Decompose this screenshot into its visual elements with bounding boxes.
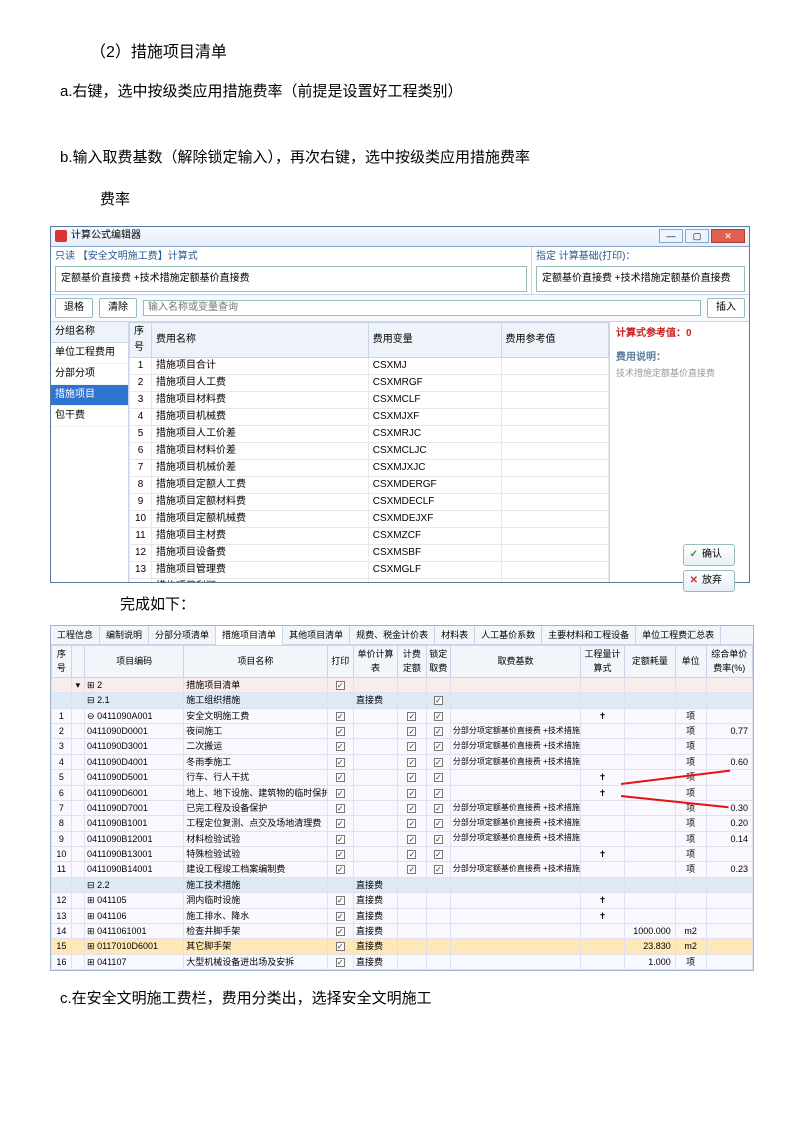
table-row[interactable]: 14措施项目利润CSXMLR (130, 578, 609, 582)
result-panel: 计算式参考值：0 费用说明： 技术措施定额基价直接费 ✓确认 ✕放弃 (609, 322, 749, 582)
search-input[interactable] (143, 300, 701, 316)
note-label: 费用说明： (616, 350, 743, 366)
group-sidebar: 分组名称 单位工程费用分部分项措施项目包干费 (51, 322, 129, 582)
insert-button[interactable]: 插入 (707, 298, 745, 318)
col-header: 费用变量 (368, 322, 501, 357)
grid-row[interactable]: 20411090D0001夜间施工分部分项定额基价直接费 +技术措施定额基价直接… (52, 723, 753, 738)
step-b: b.输入取费基数（解除锁定输入），再次右键，选中按级类应用措施费率 (60, 146, 740, 170)
table-row[interactable]: 10措施项目定额机械费CSXMDEJXF (130, 510, 609, 527)
result-value: 计算式参考值：0 (616, 326, 743, 342)
section-heading: （2）措施项目清单 (90, 40, 740, 66)
grid-row[interactable]: ⊟ 2.2施工技术措施直接费 (52, 877, 753, 892)
table-row[interactable]: 7措施项目机械价差CSXMJXJC (130, 459, 609, 476)
col-header: 取费基数 (450, 645, 580, 677)
grid-row[interactable]: 14⊞ 0411061001检查井脚手架直接费1000.000m2 (52, 924, 753, 939)
step-b-cont: 费率 (100, 188, 740, 212)
grid-row[interactable]: 15⊞ 0117010D6001其它脚手架直接费23.830m2 (52, 939, 753, 954)
backspace-button[interactable]: 退格 (55, 298, 93, 318)
table-row[interactable]: 8措施项目定额人工费CSXMDERGF (130, 476, 609, 493)
window-titlebar: 计算公式编辑器 — ▢ ✕ (51, 227, 749, 247)
sidebar-item[interactable]: 单位工程费用 (51, 343, 128, 364)
sheet-tab[interactable]: 单位工程费汇总表 (636, 626, 721, 644)
col-header (71, 645, 84, 677)
ok-button[interactable]: ✓确认 (683, 544, 735, 566)
window-title: 计算公式编辑器 (71, 228, 141, 244)
maximize-icon[interactable]: ▢ (685, 229, 709, 243)
formula-left-box: 定额基价直接费 +技术措施定额基价直接费 (55, 266, 527, 292)
clear-button[interactable]: 清除 (99, 298, 137, 318)
table-row[interactable]: 3措施项目材料费CSXMCLF (130, 391, 609, 408)
table-row[interactable]: 4措施项目机械费CSXMJXF (130, 408, 609, 425)
table-row[interactable]: 9措施项目定额材料费CSXMDECLF (130, 493, 609, 510)
col-header: 费用名称 (152, 322, 369, 357)
grid-row[interactable]: 50411090D5001行车、行人干扰✝项 (52, 770, 753, 785)
table-row[interactable]: 2措施项目人工费CSXMRGF (130, 374, 609, 391)
fee-var-table: 序号费用名称费用变量费用参考值 1措施项目合计CSXMJ2措施项目人工费CSXM… (129, 322, 609, 582)
grid-row[interactable]: 90411090B12001材料检验试验分部分项定额基价直接费 +技术措施定额基… (52, 831, 753, 846)
grid-row[interactable]: 80411090B1001工程定位复测、点交及场地清理费分部分项定额基价直接费 … (52, 816, 753, 831)
grid-row[interactable]: 70411090D7001已完工程及设备保护分部分项定额基价直接费 +技术措施定… (52, 800, 753, 815)
grid-row[interactable]: 110411090B14001建设工程竣工档案编制费分部分项定额基价直接费 +技… (52, 862, 753, 877)
sheet-tab[interactable]: 规费、税金计价表 (350, 626, 435, 644)
col-header: 计费定额 (398, 645, 427, 677)
step-c: c.在安全文明施工费栏，费用分类出，选择安全文明施工 (60, 987, 740, 1011)
sheet-tab[interactable]: 分部分项清单 (149, 626, 216, 644)
sheet-tab[interactable]: 措施项目清单 (216, 626, 283, 645)
measure-grid: 序号项目编码项目名称打印单价计算表计费定额锁定取费取费基数工程量计算式定额耗量单… (51, 645, 753, 970)
sidebar-item[interactable]: 包干费 (51, 406, 128, 427)
col-header: 定额耗量 (625, 645, 676, 677)
grid-row[interactable]: 13⊞ 041106施工排水、降水直接费✝ (52, 908, 753, 923)
sheet-tab[interactable]: 编制说明 (100, 626, 149, 644)
x-icon: ✕ (690, 573, 698, 589)
sidebar-header: 分组名称 (51, 322, 128, 343)
sheet-tab[interactable]: 其他项目清单 (283, 626, 350, 644)
sidebar-item[interactable]: 措施项目 (51, 385, 128, 406)
formula-right-box[interactable]: 定额基价直接费 +技术措施定额基价直接费 (536, 266, 745, 292)
col-header: 序号 (130, 322, 152, 357)
col-header: 项目编码 (85, 645, 184, 677)
check-icon: ✓ (690, 547, 698, 563)
step-a: a.右键，选中按级类应用措施费率（前提是设置好工程类别） (60, 80, 740, 104)
app-icon (55, 230, 67, 242)
table-row[interactable]: 1措施项目合计CSXMJ (130, 357, 609, 374)
grid-row[interactable]: 1⊖ 0411090A001安全文明施工费✝项 (52, 708, 753, 723)
formula-left-label: 只读 【安全文明施工费】计算式 (55, 249, 527, 265)
table-row[interactable]: 11措施项目主材费CSXMZCF (130, 527, 609, 544)
grid-row[interactable]: 40411090D4001冬雨季施工分部分项定额基价直接费 +技术措施定额基价直… (52, 754, 753, 769)
note-text: 技术措施定额基价直接费 (616, 366, 743, 380)
grid-row[interactable]: 100411090B13001特殊检验试验✝项 (52, 847, 753, 862)
grid-row[interactable]: 12⊞ 041105洞内临时设施直接费✝ (52, 893, 753, 908)
measure-list-sheet: 工程信息编制说明分部分项清单措施项目清单其他项目清单规费、税金计价表材料表人工基… (50, 625, 754, 972)
col-header: 综合单价费率(%) (706, 645, 752, 677)
col-header: 项目名称 (184, 645, 327, 677)
cancel-button[interactable]: ✕放弃 (683, 570, 735, 592)
col-header: 锁定取费 (426, 645, 450, 677)
table-row[interactable]: 5措施项目人工价差CSXMRJC (130, 425, 609, 442)
grid-row[interactable]: 30411090D3001二次搬运分部分项定额基价直接费 +技术措施定额基价直接… (52, 739, 753, 754)
formula-right-label: 指定 计算基础(打印)： (536, 249, 745, 265)
grid-row[interactable]: ▾⊞ 2措施项目清单 (52, 677, 753, 692)
sheet-tabs: 工程信息编制说明分部分项清单措施项目清单其他项目清单规费、税金计价表材料表人工基… (51, 626, 753, 645)
table-row[interactable]: 13措施项目管理费CSXMGLF (130, 561, 609, 578)
col-header: 费用参考值 (501, 322, 608, 357)
formula-editor-window: 计算公式编辑器 — ▢ ✕ 只读 【安全文明施工费】计算式 定额基价直接费 +技… (50, 226, 750, 583)
grid-row[interactable]: ⊟ 2.1施工组织措施直接费 (52, 693, 753, 708)
sheet-tab[interactable]: 工程信息 (51, 626, 100, 644)
col-header: 单价计算表 (353, 645, 397, 677)
close-icon[interactable]: ✕ (711, 229, 745, 243)
minimize-icon[interactable]: — (659, 229, 683, 243)
col-header: 序号 (52, 645, 72, 677)
sidebar-item[interactable]: 分部分项 (51, 364, 128, 385)
col-header: 单位 (675, 645, 706, 677)
table-row[interactable]: 12措施项目设备费CSXMSBF (130, 544, 609, 561)
sheet-tab[interactable]: 主要材料和工程设备 (542, 626, 636, 644)
sheet-tab[interactable]: 材料表 (435, 626, 475, 644)
col-header: 工程量计算式 (580, 645, 624, 677)
sheet-tab[interactable]: 人工基价系数 (475, 626, 542, 644)
table-row[interactable]: 6措施项目材料价差CSXMCLJC (130, 442, 609, 459)
col-header: 打印 (327, 645, 353, 677)
grid-row[interactable]: 16⊞ 041107大型机械设备进出场及安拆直接费1.000项 (52, 954, 753, 969)
